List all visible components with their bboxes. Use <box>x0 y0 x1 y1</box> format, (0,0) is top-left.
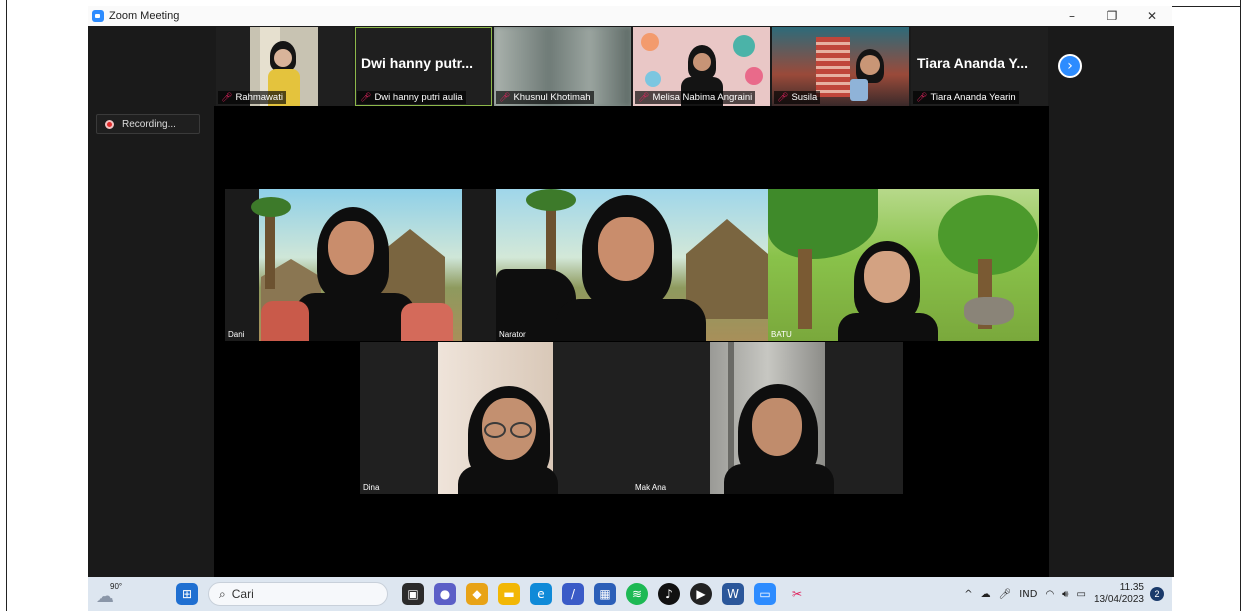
snipping-tool-icon[interactable]: ✂ <box>786 583 808 605</box>
window-titlebar: Zoom Meeting – ❐ ✕ <box>88 6 1172 26</box>
volume-icon[interactable]: 🔊︎ <box>1062 589 1068 600</box>
windows-start-icon[interactable]: ⊞ <box>176 583 198 605</box>
microphone-icon[interactable]: 🎤︎ <box>999 589 1012 600</box>
participant-name: 🎤︎ Melisa Nabima Angraini <box>635 91 756 104</box>
clock-time: 11.35 <box>1119 582 1144 593</box>
tile-label: BATU <box>771 330 792 339</box>
clock-date: 13/04/2023 <box>1093 594 1144 605</box>
record-icon <box>105 119 114 129</box>
spotify-icon[interactable]: ≋ <box>626 583 648 605</box>
participant-name: 🎤︎ Rahmawati <box>218 91 286 104</box>
video-tile-dani[interactable]: Dani <box>225 189 496 341</box>
participant-name: 🎤︎ Dwi hanny putri aulia <box>357 91 466 104</box>
task-view-icon[interactable]: ▣ <box>402 583 424 605</box>
frame-border-right <box>1240 0 1241 611</box>
participant-big-name: Dwi hanny putr... <box>361 55 474 71</box>
participant-name: 🎤︎ Tiara Ananda Yearin <box>913 91 1019 104</box>
mic-muted-icon: 🎤︎ <box>777 92 789 102</box>
word-icon[interactable]: W <box>722 583 744 605</box>
participant-thumb-dwi-hanny[interactable]: Dwi hanny putr... 🎤︎ Dwi hanny putri auli… <box>355 27 492 106</box>
participant-big-name: Tiara Ananda Y... <box>917 55 1029 71</box>
video-tile-dina[interactable]: Dina <box>360 342 632 494</box>
restore-button[interactable]: ❐ <box>1092 6 1132 26</box>
tiktok-icon[interactable]: ♪ <box>658 583 680 605</box>
mic-muted-icon: 🎤︎ <box>916 92 928 102</box>
microsoft-store-icon[interactable]: ▦ <box>594 583 616 605</box>
drawing-app-icon[interactable]: / <box>562 583 584 605</box>
edge-browser-icon[interactable]: e <box>530 583 552 605</box>
participant-name: 🎤︎ Khusnul Khotimah <box>496 91 594 104</box>
recording-label: Recording... <box>122 118 176 130</box>
wifi-icon[interactable]: ◠ <box>1045 589 1054 600</box>
video-tile-mak-ana[interactable]: Mak Ana <box>632 342 903 494</box>
chevron-right-icon[interactable]: › <box>1058 54 1082 78</box>
taskbar-search[interactable]: ⌕ Cari <box>208 582 388 606</box>
video-tile-batu[interactable]: BATU <box>768 189 1039 341</box>
mic-muted-icon: 🎤︎ <box>221 92 233 102</box>
mic-muted-icon: 🎤︎ <box>360 92 372 102</box>
meeting-area: 🎤︎ Rahmawati Dwi hanny putr... 🎤︎ Dwi hann… <box>88 26 1174 577</box>
window-title: Zoom Meeting <box>109 10 180 22</box>
participant-thumb-khusnul[interactable]: 🎤︎ Khusnul Khotimah <box>494 27 631 106</box>
video-tile-narator[interactable]: Narator <box>496 189 768 341</box>
mic-muted-icon: 🎤︎ <box>638 92 650 102</box>
notification-badge[interactable]: 2 <box>1150 587 1164 601</box>
language-indicator[interactable]: IND <box>1019 589 1037 600</box>
participant-thumb-rahmawati[interactable]: 🎤︎ Rahmawati <box>216 27 353 106</box>
participant-thumb-melisa[interactable]: 🎤︎ Melisa Nabima Angraini <box>633 27 770 106</box>
system-tray: ^ ☁ 🎤︎ IND ◠ 🔊︎ ▭ 11.35 13/04/2023 2 <box>964 577 1172 611</box>
search-icon: ⌕ <box>219 586 226 601</box>
chat-icon[interactable]: ● <box>434 583 456 605</box>
zoom-logo-icon <box>92 10 104 22</box>
tile-label: Mak Ana <box>635 483 667 492</box>
tile-label: Dani <box>228 330 245 339</box>
participant-thumb-tiara[interactable]: Tiara Ananda Y... 🎤︎ Tiara Ananda Yearin <box>911 27 1048 106</box>
zoom-taskbar-icon[interactable]: ▭ <box>754 583 776 605</box>
onedrive-icon[interactable]: ☁ <box>981 589 991 600</box>
weather-temp: 90° <box>110 582 123 591</box>
battery-icon[interactable]: ▭ <box>1076 589 1085 600</box>
mic-muted-icon: 🎤︎ <box>499 92 511 102</box>
minimize-button[interactable]: – <box>1052 6 1092 26</box>
chevron-up-icon[interactable]: ^ <box>964 589 972 600</box>
frame-border-left <box>6 0 7 611</box>
close-button[interactable]: ✕ <box>1132 6 1172 26</box>
tile-label: Dina <box>363 483 380 492</box>
brave-browser-icon[interactable]: ◆ <box>466 583 488 605</box>
participant-name: 🎤︎ Susila <box>774 91 821 104</box>
search-placeholder: Cari <box>231 587 254 601</box>
recording-indicator[interactable]: Recording... <box>96 114 200 134</box>
gallery-strip: 🎤︎ Rahmawati Dwi hanny putr... 🎤︎ Dwi hann… <box>216 27 1052 106</box>
window-controls: – ❐ ✕ <box>1052 6 1172 26</box>
media-player-icon[interactable]: ▶ <box>690 583 712 605</box>
screenshot-frame: Zoom Meeting – ❐ ✕ 🎤︎ Rahmawati Dwi hanny… <box>0 0 1247 611</box>
frame-border-top <box>1172 6 1240 7</box>
clock[interactable]: 11.35 13/04/2023 <box>1094 582 1144 606</box>
windows-taskbar: ☁ 90° ⊞ ⌕ Cari ▣ ● ◆ ▬ e / ▦ ≋ ♪ ▶ W ▭ ✂… <box>88 577 1172 611</box>
file-explorer-icon[interactable]: ▬ <box>498 583 520 605</box>
participant-thumb-susila[interactable]: 🎤︎ Susila <box>772 27 909 106</box>
tile-label: Narator <box>499 330 526 339</box>
